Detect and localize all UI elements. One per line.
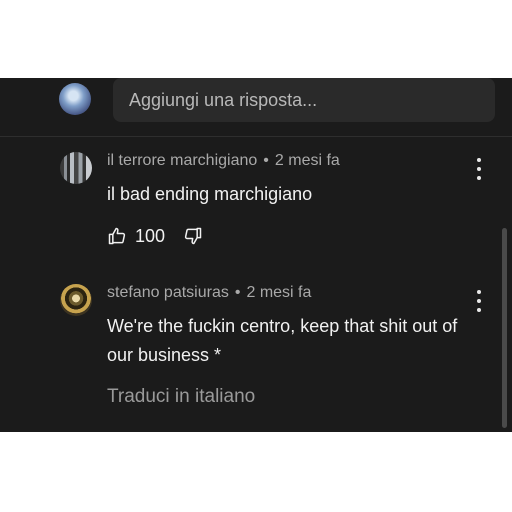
- comment-meta: il terrore marchigiano • 2 mesi fa: [107, 152, 340, 170]
- comment-actions: 100: [107, 224, 203, 248]
- author-name[interactable]: stefano patsiuras: [107, 284, 229, 301]
- scrollbar[interactable]: [502, 228, 507, 428]
- comment-text: il bad ending marchigiano: [107, 184, 313, 204]
- more-vert-icon[interactable]: [472, 290, 486, 312]
- more-vert-icon[interactable]: [472, 158, 486, 180]
- author-name[interactable]: il terrore marchigiano: [107, 152, 257, 169]
- comments-panel: Aggiungi una risposta... il terrore marc…: [0, 78, 512, 432]
- reply-input[interactable]: Aggiungi una risposta...: [113, 78, 495, 122]
- thumb-up-icon[interactable]: [107, 226, 127, 246]
- author-avatar[interactable]: [60, 152, 92, 184]
- comment-text: We're the fuckin centro, keep that shit …: [107, 316, 458, 365]
- comment-meta: stefano patsiuras • 2 mesi fa: [107, 284, 311, 302]
- thumb-down-icon[interactable]: [183, 226, 203, 246]
- divider: [0, 136, 512, 137]
- reply-bar: Aggiungi una risposta...: [0, 78, 512, 136]
- current-user-avatar: [59, 83, 91, 115]
- translate-link[interactable]: Traduci in italiano: [107, 386, 255, 408]
- like-count: 100: [135, 225, 166, 246]
- comment-time: 2 mesi fa: [274, 152, 340, 169]
- meta-separator: •: [234, 284, 241, 301]
- meta-separator: •: [263, 152, 269, 169]
- comment-time: 2 mesi fa: [246, 284, 312, 301]
- author-avatar[interactable]: [60, 284, 92, 316]
